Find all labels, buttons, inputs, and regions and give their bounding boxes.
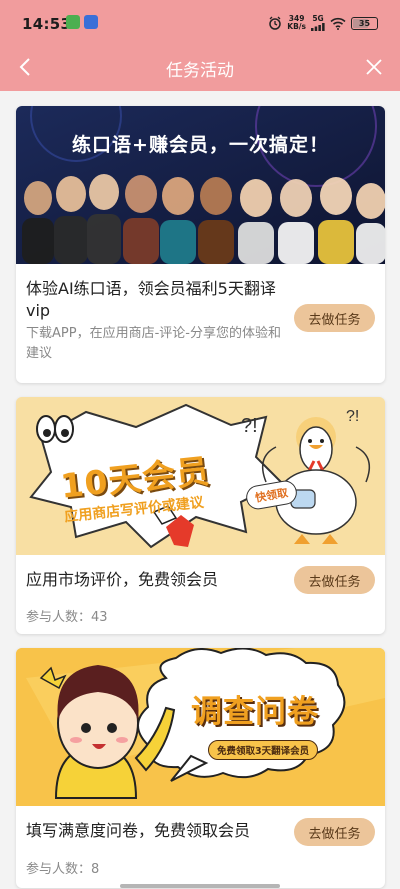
- home-indicator[interactable]: [120, 884, 280, 888]
- banner-headline: 练口语+赚会员，一次搞定！: [72, 134, 329, 156]
- nav-bar: 任务活动: [0, 44, 400, 90]
- task-card-survey: 调查问卷 免费领取3天翻译会员 填写满意度问卷，免费领取会员 参与人数：8 去做…: [16, 648, 385, 888]
- participant-count: 参与人数：8: [26, 862, 100, 877]
- task-card-review: ?! ?! 10天会员 应用商店写评价或建议 快领取 应用市场评价，免费领会员 …: [16, 397, 385, 634]
- top-header: 14:53 349 KB/s 5G 35 任务活动: [0, 0, 400, 91]
- alarm-icon: [269, 16, 282, 30]
- status-bar: 14:53 349 KB/s 5G 35: [0, 0, 400, 44]
- task-description: 下载APP，在应用商店-评论-分享您的体验和建议: [26, 326, 281, 361]
- net-speed: 349 KB/s: [287, 14, 306, 31]
- app-notification-icon: [66, 15, 80, 29]
- status-time: 14:53: [22, 15, 72, 33]
- svg-text:?!: ?!: [241, 415, 258, 437]
- close-icon[interactable]: [362, 55, 386, 79]
- task-title: 填写满意度问卷，免费领取会员: [26, 821, 251, 840]
- svg-text:?!: ?!: [346, 408, 359, 425]
- signal-indicator: 5G: [311, 15, 325, 31]
- banner-sub-text: 免费领取3天翻译会员: [208, 740, 319, 760]
- status-indicators: 349 KB/s 5G 35: [268, 15, 378, 31]
- banner-ai-speaking: 练口语+赚会员，一次搞定！: [16, 106, 385, 264]
- banner-review: ?! ?! 10天会员 应用商店写评价或建议 快领取: [16, 397, 385, 555]
- participant-count: 参与人数：43: [26, 610, 108, 625]
- banner-survey: 调查问卷 免费领取3天翻译会员: [16, 648, 385, 806]
- task-title: 应用市场评价，免费领会员: [26, 570, 219, 589]
- page-title: 任务活动: [166, 61, 234, 81]
- signal-bars-icon: [311, 23, 325, 31]
- do-task-button[interactable]: 去做任务: [294, 818, 375, 846]
- do-task-button[interactable]: 去做任务: [294, 304, 375, 332]
- app-notification-icon-2: [84, 15, 98, 29]
- do-task-button[interactable]: 去做任务: [294, 566, 375, 594]
- task-title: 体验AI练口语，领会员福利5天翻译vip: [26, 279, 276, 320]
- task-card-speaking: 练口语+赚会员，一次搞定！ 体验AI练口语，领会员福利5天翻译vip 下载APP…: [16, 106, 385, 383]
- battery-icon: 35: [351, 16, 378, 30]
- banner-big-text: 调查问卷: [191, 694, 319, 730]
- wifi-icon: [330, 17, 346, 30]
